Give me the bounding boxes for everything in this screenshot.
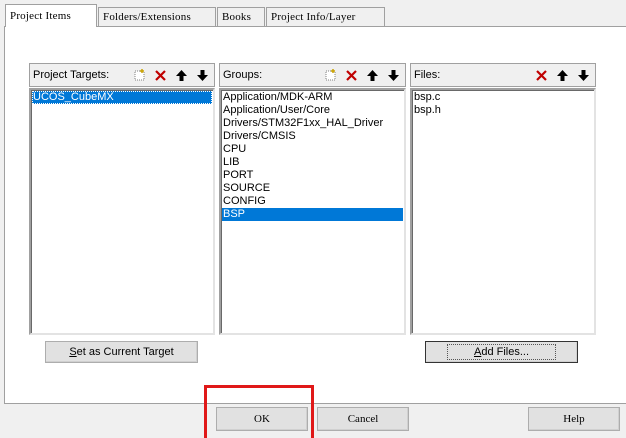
list-item[interactable]: Drivers/CMSIS (222, 130, 403, 143)
list-item[interactable]: SOURCE (222, 182, 403, 195)
delete-x-icon (155, 70, 166, 81)
list-item[interactable]: Drivers/STM32F1xx_HAL_Driver (222, 117, 403, 130)
set-current-target-label: Set as Current Target (69, 346, 173, 358)
list-item[interactable]: CPU (222, 143, 403, 156)
tab-project-items[interactable]: Project Items (5, 4, 97, 27)
tab-folders-extensions[interactable]: Folders/Extensions (98, 7, 216, 27)
new-item-icon (325, 69, 336, 81)
files-list[interactable]: bsp.c bsp.h (410, 88, 596, 335)
groups-header: Groups: (219, 63, 406, 87)
cancel-label: Cancel (347, 413, 379, 425)
list-item[interactable]: Application/MDK-ARM (222, 91, 403, 104)
list-item[interactable]: LIB (222, 156, 403, 169)
delete-group-button[interactable] (342, 66, 361, 85)
move-file-up-button[interactable] (553, 66, 572, 85)
tab-books[interactable]: Books (217, 7, 265, 27)
ok-button[interactable]: OK (216, 407, 308, 431)
new-target-button[interactable] (130, 66, 149, 85)
help-label: Help (563, 413, 585, 425)
files-panel: Files: bsp.c bsp.h (410, 63, 596, 335)
files-header: Files: (410, 63, 596, 87)
cancel-button[interactable]: Cancel (317, 407, 409, 431)
arrow-down-icon (578, 70, 589, 81)
move-group-down-button[interactable] (384, 66, 403, 85)
move-target-down-button[interactable] (193, 66, 212, 85)
list-item[interactable]: bsp.h (413, 104, 593, 117)
project-targets-list[interactable]: UCOS_CubeMX (29, 88, 215, 335)
list-item[interactable]: PORT (222, 169, 403, 182)
groups-panel: Groups: Application/MDK-ARM Application/… (219, 63, 406, 335)
new-item-icon (134, 69, 145, 81)
groups-list[interactable]: Application/MDK-ARM Application/User/Cor… (219, 88, 406, 335)
new-group-button[interactable] (321, 66, 340, 85)
project-targets-header: Project Targets: (29, 63, 215, 87)
arrow-down-icon (197, 70, 208, 81)
delete-file-button[interactable] (532, 66, 551, 85)
project-targets-label: Project Targets: (33, 69, 110, 81)
add-files-button[interactable]: Add Files... (425, 341, 578, 363)
set-current-target-button[interactable]: Set as Current Target (45, 341, 198, 363)
list-item[interactable]: CONFIG (222, 195, 403, 208)
arrow-down-icon (388, 70, 399, 81)
help-button[interactable]: Help (528, 407, 620, 431)
files-label: Files: (414, 69, 441, 81)
list-item[interactable]: BSP (222, 208, 403, 221)
delete-x-icon (346, 70, 357, 81)
arrow-up-icon (176, 70, 187, 81)
list-item[interactable]: UCOS_CubeMX (32, 91, 212, 104)
label-rest: et as Current Target (76, 346, 174, 358)
ok-label: OK (254, 413, 270, 425)
move-file-down-button[interactable] (574, 66, 593, 85)
tab-project-info-layer[interactable]: Project Info/Layer (266, 7, 385, 27)
mnemonic: S (69, 346, 77, 358)
tab-label: Folders/Extensions (103, 11, 191, 23)
add-files-label: Add Files... (446, 344, 557, 360)
tab-label: Project Info/Layer (271, 11, 356, 23)
project-targets-panel: Project Targets: UCOS_CubeMX (29, 63, 215, 335)
list-item[interactable]: bsp.c (413, 91, 593, 104)
arrow-up-icon (557, 70, 568, 81)
groups-label: Groups: (223, 69, 263, 81)
move-group-up-button[interactable] (363, 66, 382, 85)
delete-x-icon (536, 70, 547, 81)
list-item[interactable]: Application/User/Core (222, 104, 403, 117)
delete-target-button[interactable] (151, 66, 170, 85)
label-rest: dd Files... (481, 346, 530, 358)
move-target-up-button[interactable] (172, 66, 191, 85)
tab-label: Books (222, 11, 252, 23)
arrow-up-icon (367, 70, 378, 81)
tab-label: Project Items (10, 10, 71, 22)
